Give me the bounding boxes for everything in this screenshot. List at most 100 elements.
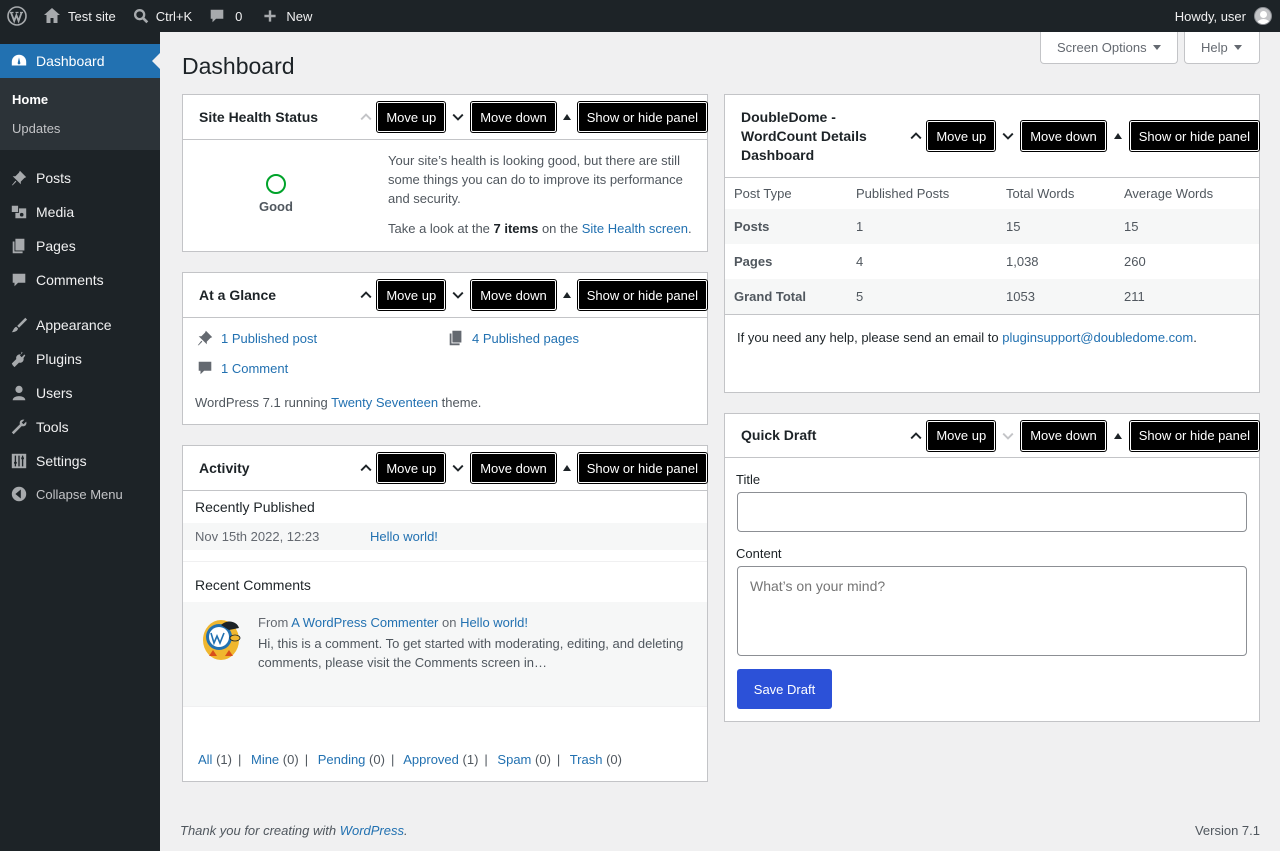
menu-pages[interactable]: Pages: [0, 229, 160, 263]
menu-settings-label: Settings: [36, 453, 87, 469]
toggle-panel-icon[interactable]: [556, 114, 578, 120]
menu-comments[interactable]: Comments: [0, 263, 160, 297]
filter-trash-label: Trash: [569, 752, 603, 767]
filter-pending-count: (0): [369, 752, 385, 767]
new-content-button[interactable]: New: [254, 0, 320, 32]
move-up-arrow-icon[interactable]: [905, 128, 927, 144]
table-cell: Pages: [734, 254, 773, 269]
at-a-glance-panel: At a Glance Move up Move down Show or hi…: [182, 272, 709, 425]
menu-appearance[interactable]: Appearance: [0, 308, 160, 342]
collapse-menu-button[interactable]: Collapse Menu: [0, 478, 160, 510]
health-message: Your site’s health is looking good, but …: [388, 153, 683, 206]
menu-pages-label: Pages: [36, 238, 76, 254]
screen-options-button[interactable]: Screen Options: [1040, 32, 1178, 64]
move-down-arrow-icon[interactable]: [995, 128, 1021, 144]
wordpress-link[interactable]: WordPress: [340, 823, 404, 838]
collapse-menu-label: Collapse Menu: [36, 486, 123, 502]
column-header: Published Posts: [856, 186, 950, 201]
glance-comments-item[interactable]: 1 Comment: [196, 359, 288, 377]
wordcount-table: Post Type Published Posts Total Words Av…: [725, 178, 1259, 314]
admin-menu: Dashboard Home Updates Posts Media Pages…: [0, 32, 160, 851]
panel-header: At a Glance Move up Move down Show or hi…: [183, 273, 709, 318]
version-suffix: theme.: [438, 395, 482, 410]
toggle-panel-icon[interactable]: [556, 292, 578, 298]
recent-comments-heading: Recent Comments: [195, 577, 311, 593]
table-cell: Posts: [725, 209, 847, 244]
table-cell: 5: [847, 279, 997, 314]
toggle-panel-icon[interactable]: [1106, 432, 1130, 439]
menu-settings[interactable]: Settings: [0, 444, 160, 478]
site-health-screen-link[interactable]: Site Health screen: [582, 221, 688, 236]
menu-media[interactable]: Media: [0, 195, 160, 229]
pushpin-icon: [197, 330, 213, 346]
published-posts-link[interactable]: 1 Published post: [221, 331, 317, 346]
filter-approved-count: (1): [462, 752, 479, 767]
table-cell: 15: [997, 209, 1115, 244]
theme-link[interactable]: Twenty Seventeen: [331, 395, 438, 410]
avatar: [1254, 7, 1272, 25]
site-name-label: Test site: [68, 8, 116, 24]
draft-title-input[interactable]: [737, 492, 1247, 532]
filter-all[interactable]: All: [198, 752, 212, 767]
admin-bar: Test site Ctrl+K 0 New Howdy, user: [0, 0, 1280, 32]
menu-dashboard[interactable]: Dashboard: [0, 44, 160, 78]
menu-posts[interactable]: Posts: [0, 161, 160, 195]
move-up-arrow-icon[interactable]: [355, 460, 377, 476]
toggle-panel-icon[interactable]: [1106, 133, 1130, 139]
support-email-link[interactable]: pluginsupport@doubledome.com: [1002, 330, 1193, 345]
move-down-tooltip: Move down: [470, 101, 557, 133]
published-post-link[interactable]: Hello world!: [370, 529, 438, 544]
move-up-arrow-icon[interactable]: [355, 287, 377, 303]
menu-plugins[interactable]: Plugins: [0, 342, 160, 376]
move-down-arrow-icon[interactable]: [445, 460, 471, 476]
dashboard-submenu: Home Updates: [0, 78, 160, 150]
filter-mine[interactable]: Mine: [251, 752, 279, 767]
submenu-updates[interactable]: Updates: [0, 114, 160, 143]
column-header: Total Words: [1006, 186, 1075, 201]
glance-posts-item[interactable]: 1 Published post: [196, 329, 317, 347]
filter-pending[interactable]: Pending: [318, 752, 366, 767]
move-up-arrow-icon[interactable]: [905, 428, 927, 444]
move-down-arrow-icon[interactable]: [995, 428, 1021, 444]
panel-title-line: WordCount Details: [741, 127, 867, 144]
health-period: .: [687, 221, 692, 236]
comments-link[interactable]: 0: [200, 0, 250, 32]
comments-link[interactable]: 1 Comment: [221, 361, 288, 376]
toggle-panel-tooltip: Show or hide panel: [576, 279, 709, 311]
site-name-link[interactable]: Test site: [34, 0, 124, 32]
save-draft-button[interactable]: Save Draft: [737, 669, 832, 709]
published-pages-link[interactable]: 4 Published pages: [472, 331, 579, 346]
move-up-tooltip: Move up: [376, 452, 447, 484]
filter-trash[interactable]: Trash: [570, 752, 603, 767]
move-down-arrow-icon[interactable]: [445, 109, 471, 125]
wordpress-logo-button[interactable]: [0, 0, 34, 32]
toggle-panel-tooltip: Show or hide panel: [576, 452, 709, 484]
filter-spam[interactable]: Spam: [497, 752, 531, 767]
account-menu[interactable]: Howdy, user: [1175, 7, 1280, 25]
submenu-home[interactable]: Home: [0, 85, 160, 114]
glance-pages-item[interactable]: 4 Published pages: [447, 329, 579, 347]
toggle-panel-icon[interactable]: [556, 465, 578, 471]
help-label: Help: [1201, 40, 1228, 55]
filter-approved[interactable]: Approved: [403, 752, 459, 767]
user-icon: [12, 385, 26, 401]
published-date: Nov 15th 2022, 12:23: [195, 529, 320, 544]
footer-thanks-suffix: .: [404, 823, 408, 838]
plugin-icon: [11, 351, 26, 368]
commenter-link[interactable]: A WordPress Commenter: [291, 615, 438, 630]
settings-icon: [11, 453, 27, 469]
comments-count: 0: [235, 8, 243, 24]
draft-content-textarea[interactable]: [737, 566, 1247, 656]
menu-tools[interactable]: Tools: [0, 410, 160, 444]
new-label: New: [286, 8, 313, 24]
panel-title: At a Glance: [199, 286, 277, 303]
main-content: Screen Options Help Dashboard Site Healt…: [160, 32, 1280, 851]
comment-post-link[interactable]: Hello world!: [460, 615, 528, 630]
help-button[interactable]: Help: [1184, 32, 1260, 64]
move-down-tooltip: Move down: [470, 279, 557, 311]
command-palette-button[interactable]: Ctrl+K: [124, 0, 200, 32]
move-down-arrow-icon[interactable]: [445, 287, 471, 303]
site-health-panel: Site Health Status Move up Move down Sho…: [182, 94, 709, 252]
move-up-arrow-icon[interactable]: [355, 109, 377, 125]
menu-users[interactable]: Users: [0, 376, 160, 410]
